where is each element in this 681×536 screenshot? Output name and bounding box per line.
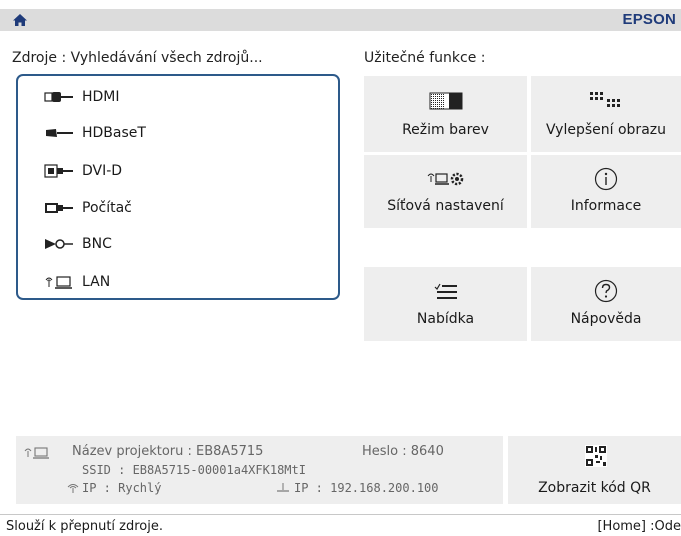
functions-title: Užitečné funkce :: [364, 50, 486, 66]
wireless-ip: IP : Rychlý: [82, 481, 162, 495]
source-item-hdmi[interactable]: HDMI: [44, 86, 120, 108]
source-item-dvi[interactable]: DVI-D: [44, 160, 122, 182]
hdmi-port-icon: [44, 92, 73, 102]
source-item-hdbaset[interactable]: HDBaseT: [44, 122, 146, 144]
tile-label: Nabídka: [416, 311, 475, 327]
wireless-icon: [67, 484, 79, 493]
source-label: DVI-D: [82, 163, 123, 179]
lan-icon: [24, 447, 49, 459]
help-icon: [594, 279, 618, 303]
hdbaset-port-icon: [46, 129, 73, 137]
menu-tile[interactable]: Nabídka: [364, 267, 527, 341]
source-item-bnc[interactable]: BNC: [44, 233, 112, 255]
status-key-hint: [Home] :Ode: [597, 519, 681, 534]
network-settings-tile[interactable]: Síťová nastavení: [364, 155, 527, 228]
source-label: BNC: [82, 236, 112, 252]
ssid: SSID : EB8A5715-00001a4XFK18MtI: [82, 463, 306, 477]
show-qr-code-tile[interactable]: Zobrazit kód QR: [508, 436, 681, 504]
lan-icon: [45, 276, 72, 289]
source-label: HDMI: [82, 89, 120, 105]
tile-label: Informace: [570, 198, 642, 214]
qr-code-icon: [585, 445, 607, 467]
status-divider: [0, 514, 681, 515]
color-mode-icon: [429, 92, 462, 110]
network-settings-icon: [427, 172, 463, 186]
source-label: LAN: [82, 274, 111, 290]
tile-label: Nápověda: [570, 311, 642, 327]
help-tile[interactable]: Nápověda: [531, 267, 681, 341]
source-label: HDBaseT: [82, 125, 146, 141]
image-enhancement-tile[interactable]: Vylepšení obrazu: [531, 76, 681, 152]
brand-logo: EPSON: [622, 11, 676, 28]
menu-list-icon: [434, 283, 457, 299]
network-info-panel: Název projektoru : EB8A5715 Heslo : 8640…: [16, 436, 503, 504]
tile-label: Síťová nastavení: [387, 198, 504, 214]
image-enhancement-icon: [590, 92, 620, 107]
source-item-computer[interactable]: Počítač: [44, 197, 132, 219]
password: Heslo : 8640: [362, 444, 444, 459]
tile-label: Vylepšení obrazu: [545, 122, 666, 138]
status-help-text: Slouží k přepnutí zdroje.: [6, 519, 163, 534]
color-mode-tile[interactable]: Režim barev: [364, 76, 527, 152]
projector-name: Název projektoru : EB8A5715: [72, 444, 264, 459]
computer-port-icon: [45, 203, 73, 213]
information-tile[interactable]: Informace: [531, 155, 681, 228]
sources-title: Zdroje : Vyhledávání všech zdrojů...: [12, 50, 263, 66]
wired-ip: IP : 192.168.200.100: [294, 481, 439, 495]
source-item-lan[interactable]: LAN: [44, 271, 110, 293]
bnc-port-icon: [45, 239, 73, 249]
qr-label: Zobrazit kód QR: [538, 480, 651, 496]
top-bar: EPSON: [0, 9, 681, 31]
dvi-port-icon: [44, 164, 73, 178]
wired-lan-icon: [277, 483, 289, 492]
tile-label: Režim barev: [402, 122, 489, 138]
source-label: Počítač: [82, 200, 132, 216]
info-icon: [594, 167, 618, 191]
home-icon[interactable]: [12, 12, 28, 28]
